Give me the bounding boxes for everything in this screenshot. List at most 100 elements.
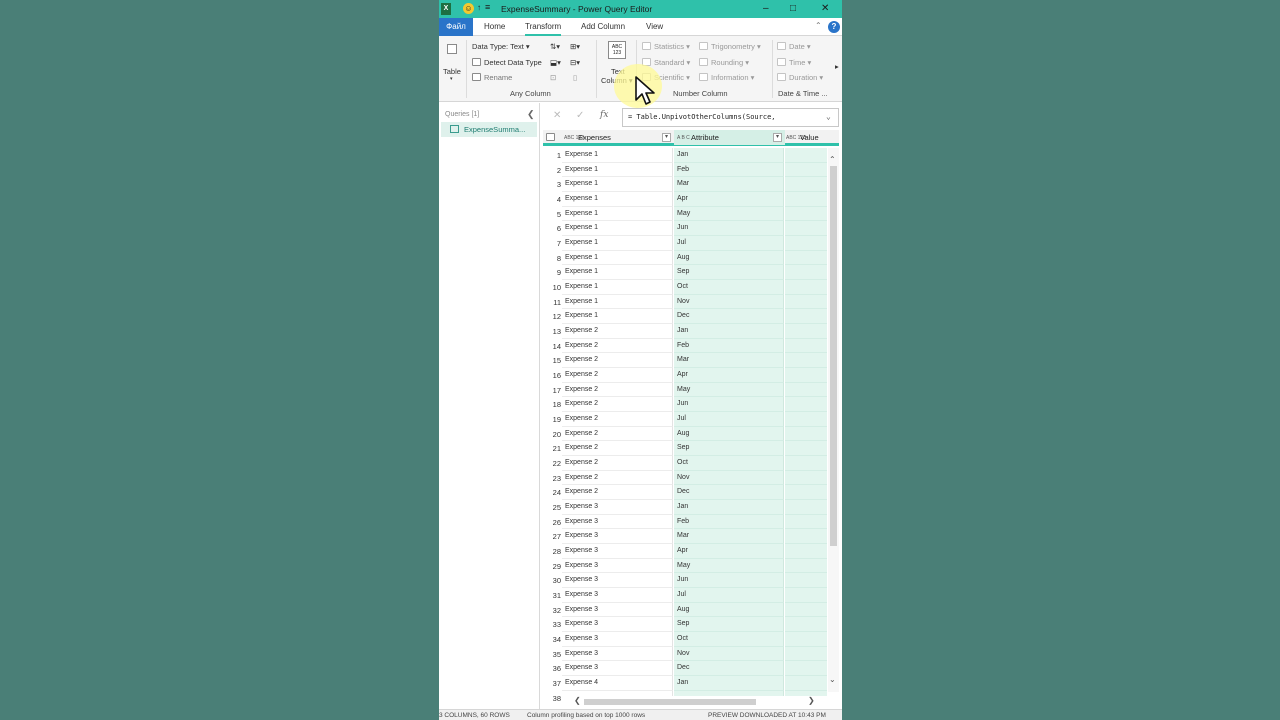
row-number[interactable]: 22 <box>543 459 561 468</box>
table-row[interactable]: 14 Expense 2 Feb <box>543 338 839 354</box>
replace-values-icon[interactable]: ⇅▾ <box>550 42 560 51</box>
cell-value[interactable] <box>785 412 827 427</box>
table-row[interactable]: 10 Expense 1 Oct <box>543 280 839 295</box>
cell-value[interactable] <box>785 280 827 295</box>
column-header-value[interactable]: ABC 123Value <box>786 130 839 145</box>
move-icon[interactable]: ⊡ <box>550 73 556 82</box>
row-number[interactable]: 7 <box>543 239 561 248</box>
horizontal-scroll-thumb[interactable] <box>584 699 756 705</box>
minimize-button[interactable]: – <box>763 2 769 16</box>
cell-expenses[interactable]: Expense 1 <box>562 221 673 236</box>
cell-attribute[interactable]: May <box>674 558 784 574</box>
cell-attribute[interactable]: Aug <box>674 602 784 618</box>
row-number[interactable]: 5 <box>543 210 561 219</box>
table-row[interactable]: 13 Expense 2 Jan <box>543 324 839 339</box>
vertical-scroll-thumb[interactable] <box>830 166 837 546</box>
cell-expenses[interactable]: Expense 2 <box>562 456 673 471</box>
table-row[interactable]: 16 Expense 2 Apr <box>543 368 839 383</box>
row-number[interactable]: 33 <box>543 620 561 629</box>
cell-expenses[interactable]: Expense 2 <box>562 338 673 354</box>
cell-expenses[interactable]: Expense 3 <box>562 632 673 647</box>
cell-value[interactable] <box>785 632 827 647</box>
table-row[interactable]: 35 Expense 3 Nov <box>543 646 839 662</box>
table-row[interactable]: 17 Expense 2 May <box>543 382 839 398</box>
row-number[interactable]: 16 <box>543 371 561 380</box>
cell-attribute[interactable]: Oct <box>674 456 784 471</box>
tab-file[interactable]: Файл <box>439 18 473 36</box>
cell-value[interactable] <box>785 485 827 501</box>
cell-attribute[interactable]: Dec <box>674 309 784 325</box>
table-row[interactable]: 31 Expense 3 Jul <box>543 588 839 603</box>
row-number[interactable]: 9 <box>543 268 561 277</box>
cell-expenses[interactable]: Expense 2 <box>562 441 673 457</box>
cell-expenses[interactable]: Expense 2 <box>562 324 673 339</box>
select-all-table-icon[interactable] <box>546 130 555 145</box>
maximize-button[interactable]: □ <box>790 2 796 16</box>
cell-expenses[interactable]: Expense 2 <box>562 397 673 413</box>
row-number[interactable]: 6 <box>543 224 561 233</box>
cell-value[interactable] <box>785 250 827 266</box>
table-row[interactable]: 8 Expense 1 Aug <box>543 250 839 266</box>
data-type-dropdown[interactable]: Data Type: Text ▾ <box>472 42 530 51</box>
table-row[interactable]: 37 Expense 4 Jan <box>543 676 839 691</box>
fx-icon[interactable]: fx <box>600 110 608 120</box>
cell-value[interactable] <box>785 588 827 603</box>
cell-attribute[interactable]: Mar <box>674 353 784 369</box>
row-number[interactable]: 29 <box>543 562 561 571</box>
smiley-feedback-icon[interactable]: ☺ <box>463 3 474 14</box>
cell-value[interactable] <box>785 206 827 222</box>
row-number[interactable]: 24 <box>543 488 561 497</box>
help-icon[interactable]: ? <box>828 21 840 33</box>
table-row[interactable]: 27 Expense 3 Mar <box>543 529 839 545</box>
tab-add-column[interactable]: Add Column <box>581 18 625 36</box>
row-number[interactable]: 19 <box>543 415 561 424</box>
cell-expenses[interactable]: Expense 3 <box>562 573 673 589</box>
cell-value[interactable] <box>785 573 827 589</box>
table-row[interactable]: 5 Expense 1 May <box>543 206 839 222</box>
ribbon-more-icon[interactable]: ▸ <box>835 62 839 71</box>
cell-expenses[interactable]: Expense 1 <box>562 250 673 266</box>
cell-attribute[interactable]: Feb <box>674 514 784 530</box>
rename-button[interactable]: Rename <box>472 73 512 82</box>
undo-icon[interactable]: ↑ <box>477 3 481 12</box>
row-number[interactable]: 31 <box>543 591 561 600</box>
cell-expenses[interactable]: Expense 1 <box>562 206 673 222</box>
table-dropdown-icon[interactable]: ▾ <box>450 76 453 82</box>
cell-value[interactable] <box>785 148 827 163</box>
cell-attribute[interactable]: May <box>674 206 784 222</box>
cell-attribute[interactable]: Aug <box>674 250 784 266</box>
time-button[interactable]: Time ▾ <box>777 58 811 67</box>
cell-expenses[interactable]: Expense 3 <box>562 529 673 545</box>
cell-expenses[interactable]: Expense 2 <box>562 412 673 427</box>
confirm-formula-icon[interactable]: ✓ <box>576 110 584 121</box>
table-row[interactable]: 7 Expense 1 Jul <box>543 236 839 251</box>
cell-value[interactable] <box>785 177 827 192</box>
table-row[interactable]: 19 Expense 2 Jul <box>543 412 839 427</box>
cell-value[interactable] <box>785 602 827 618</box>
row-number[interactable]: 15 <box>543 356 561 365</box>
cell-attribute[interactable]: Jun <box>674 221 784 236</box>
cell-attribute[interactable]: May <box>674 382 784 398</box>
rounding-button[interactable]: Rounding ▾ <box>699 58 749 67</box>
cell-attribute[interactable]: Sep <box>674 617 784 633</box>
row-number[interactable]: 17 <box>543 386 561 395</box>
cell-expenses[interactable]: Expense 3 <box>562 544 673 559</box>
cell-attribute[interactable]: Nov <box>674 294 784 310</box>
table-row[interactable]: 36 Expense 3 Dec <box>543 661 839 677</box>
cell-expenses[interactable]: Expense 1 <box>562 236 673 251</box>
table-row[interactable]: 25 Expense 3 Jan <box>543 500 839 515</box>
query-item-expensesummary[interactable]: ExpenseSumma... <box>441 122 537 137</box>
cell-expenses[interactable]: Expense 1 <box>562 294 673 310</box>
cell-value[interactable] <box>785 426 827 442</box>
cell-attribute[interactable]: Oct <box>674 280 784 295</box>
row-number[interactable]: 2 <box>543 166 561 175</box>
tab-transform[interactable]: Transform <box>525 18 562 36</box>
row-number[interactable]: 1 <box>543 151 561 160</box>
date-button[interactable]: Date ▾ <box>777 42 811 51</box>
status-profiling[interactable]: Column profiling based on top 1000 rows <box>527 712 645 719</box>
row-number[interactable]: 13 <box>543 327 561 336</box>
row-number[interactable]: 27 <box>543 532 561 541</box>
cell-expenses[interactable]: Expense 3 <box>562 602 673 618</box>
cell-attribute[interactable]: Jan <box>674 500 784 515</box>
table-row[interactable]: 33 Expense 3 Sep <box>543 617 839 633</box>
